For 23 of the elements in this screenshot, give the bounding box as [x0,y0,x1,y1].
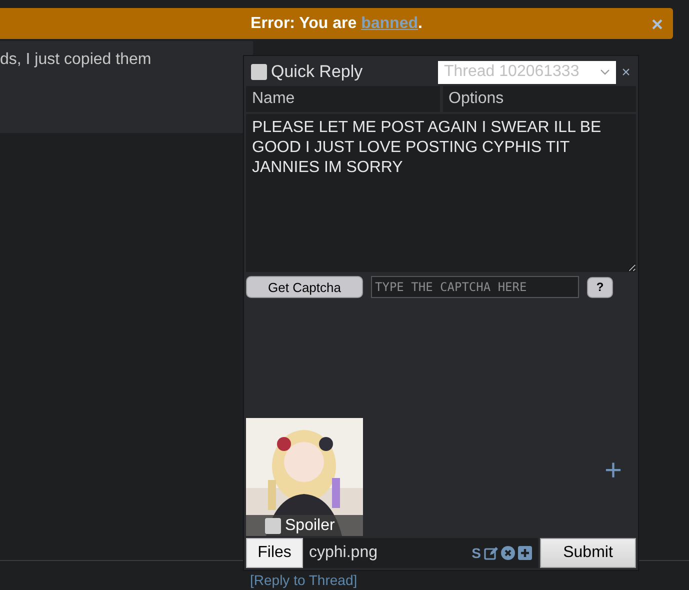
error-message: Error: You are banned. [250,14,422,32]
close-button[interactable]: × [616,64,636,80]
file-name: cyphi.png [309,544,378,562]
spoiler-toggle[interactable]: S [472,545,481,561]
post-text: ds, I just copied them [0,51,152,69]
add-icon[interactable] [518,546,532,560]
spoiler-checkbox[interactable] [265,518,281,534]
get-captcha-button[interactable]: Get Captcha [246,276,363,298]
comment-field[interactable]: PLEASE LET ME POST AGAIN I SWEAR ILL BE GOOD I JUST LOVE POSTING CYPHIS TIT JANNIES IM SORRY [246,114,636,272]
captcha-field[interactable]: TYPE THE CAPTCHA HERE [371,276,579,298]
edit-icon[interactable] [484,546,498,560]
window-title: Quick Reply [271,62,363,82]
reply-link[interactable]: [Reply to Thread] [250,572,358,589]
help-button[interactable]: ? [587,276,613,298]
add-file-button[interactable]: + [604,458,622,484]
checkbox[interactable] [251,64,267,80]
files-button[interactable]: Files [246,538,303,568]
submit-button[interactable]: Submit [540,538,636,568]
spoiler-label: Spoiler [285,516,335,534]
remove-icon[interactable] [501,546,515,560]
chevron-icon [600,69,610,75]
name-field[interactable]: Name [246,86,440,112]
options-field[interactable]: Options [442,86,636,112]
